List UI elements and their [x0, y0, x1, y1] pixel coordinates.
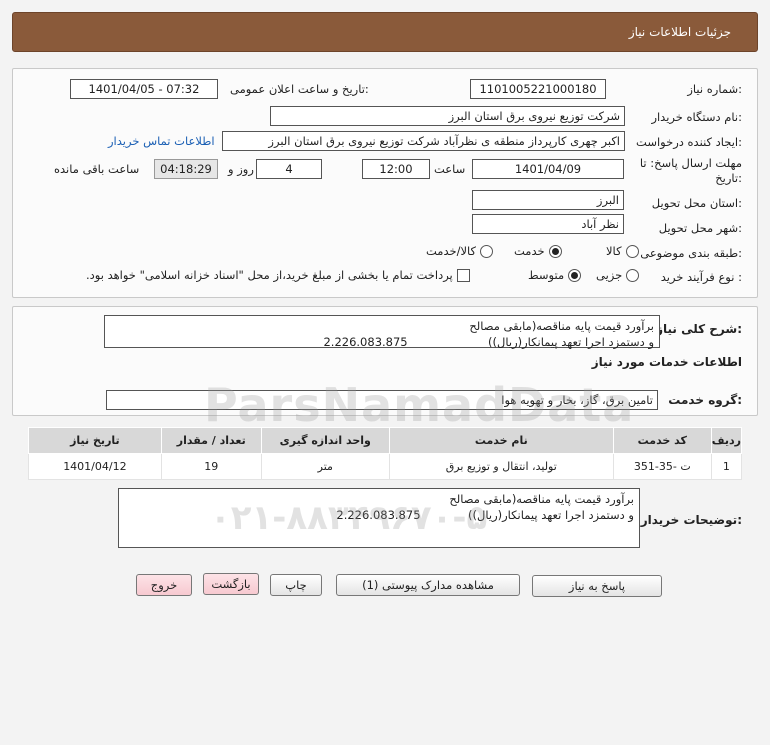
remaining-time-field: 04:18:29 — [154, 159, 218, 179]
summary-text: برآورد قیمت پایه مناقصه(مابقی مصالح و دست… — [104, 315, 660, 349]
services-title: اطلاعات خدمات مورد نیاز — [591, 355, 742, 369]
cell-unit: متر — [260, 453, 390, 480]
exit-button[interactable]: خروج — [136, 574, 192, 596]
cell-need-date: 1401/04/12 — [28, 453, 162, 480]
cell-row-number: 1 — [710, 453, 743, 480]
checkbox-icon[interactable] — [456, 268, 470, 282]
radio-icon[interactable] — [625, 244, 639, 258]
service-group-field: تامین برق، گاز، بخار و تهویه هوا — [106, 390, 658, 410]
creator-label: ایجاد کننده درخواست: — [636, 135, 742, 149]
col-unit: واحد اندازه گیری — [260, 427, 390, 454]
payment-treasury-checkbox[interactable]: پرداخت تمام یا بخشی از مبلغ خرید،از محل … — [86, 268, 470, 282]
service-group-label: گروه خدمت: — [668, 393, 742, 407]
cell-quantity: 19 — [160, 453, 262, 480]
radio-icon[interactable] — [626, 268, 640, 282]
deadline-label: مهلت ارسال پاسخ: تا — [639, 156, 742, 170]
col-service-code: کد خدمت — [612, 427, 712, 454]
table-header-row: ردیف کد خدمت نام خدمت واحد اندازه گیری ت… — [28, 427, 743, 454]
deadline-date-label: تاریخ: — [715, 171, 742, 185]
buyer-notes-text: برآورد قیمت پایه مناقصه(مابقی مصالح و دست… — [118, 488, 640, 548]
announce-field: 1401/04/05 - 07:32 — [70, 79, 218, 99]
radio-selected-icon[interactable] — [568, 268, 582, 282]
announce-label: تاریخ و ساعت اعلان عمومی: — [230, 82, 369, 96]
radio-selected-icon[interactable] — [548, 244, 562, 258]
need-number-label: شماره نیاز: — [687, 82, 742, 96]
process-option-minor[interactable]: جزیی — [596, 268, 640, 282]
remaining-label: ساعت باقی مانده — [54, 162, 140, 176]
category-option-goods[interactable]: کالا — [606, 244, 639, 258]
services-table: ردیف کد خدمت نام خدمت واحد اندازه گیری ت… — [28, 427, 743, 480]
summary-label: شرح کلی نیاز: — [656, 322, 742, 336]
reply-button[interactable]: پاسخ به نیاز — [532, 575, 662, 597]
deadline-time-label: ساعت — [434, 162, 466, 176]
process-label: نوع فرآیند خرید : — [660, 270, 742, 284]
cell-service-name: تولید، انتقال و توزیع برق — [388, 453, 614, 480]
province-label: استان محل تحویل: — [651, 196, 742, 210]
page-header: جزئیات اطلاعات نیاز — [12, 12, 758, 52]
print-button[interactable]: چاپ — [270, 574, 322, 596]
buyer-contact-link[interactable]: اطلاعات تماس خریدار — [108, 134, 215, 148]
deadline-date-field: 1401/04/09 — [472, 159, 624, 179]
category-option-service[interactable]: خدمت — [514, 244, 562, 258]
creator-field: اکبر چهری کارپرداز منطقه ی نظرآباد شرکت … — [222, 131, 625, 151]
deadline-time-field: 12:00 — [362, 159, 430, 179]
cell-service-code: ت -35-351 — [612, 453, 712, 480]
buyer-notes-label: توضیحات خریدار: — [640, 513, 742, 527]
radio-icon[interactable] — [480, 244, 494, 258]
need-info-panel — [12, 68, 758, 298]
process-option-medium[interactable]: متوسط — [528, 268, 582, 282]
col-service-name: نام خدمت — [388, 427, 614, 454]
buyer-org-field: شرکت توزیع نیروی برق استان البرز — [270, 106, 625, 126]
city-label: شهر محل تحویل: — [658, 221, 742, 235]
table-row: 1 ت -35-351 تولید، انتقال و توزیع برق مت… — [28, 453, 743, 480]
col-quantity: تعداد / مقدار — [160, 427, 262, 454]
need-number-field: 1101005221000180 — [470, 79, 606, 99]
days-field: 4 — [256, 159, 322, 179]
category-label: طبقه بندی موضوعی: — [640, 246, 742, 260]
col-row-number: ردیف — [710, 427, 743, 454]
category-option-goods-service[interactable]: کالا/خدمت — [426, 244, 494, 258]
attachments-button[interactable]: مشاهده مدارک پیوستی (1) — [336, 574, 520, 596]
buyer-org-label: نام دستگاه خریدار: — [651, 110, 742, 124]
back-button[interactable]: بازگشت — [203, 573, 259, 595]
province-field: البرز — [472, 190, 624, 210]
page-title: جزئیات اطلاعات نیاز — [628, 25, 731, 39]
col-need-date: تاریخ نیاز — [28, 427, 162, 454]
city-field: نظر آباد — [472, 214, 624, 234]
days-label: روز و — [228, 162, 254, 176]
